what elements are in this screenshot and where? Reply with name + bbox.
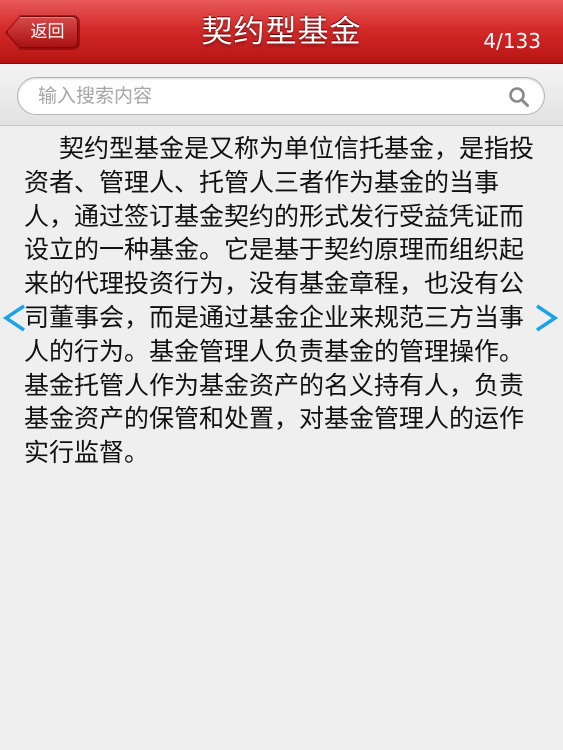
page-title: 契约型基金 xyxy=(201,14,362,50)
navigation-bar: 返回 契约型基金 4/133 xyxy=(0,0,563,64)
chevron-right-icon[interactable] xyxy=(531,298,561,338)
search-bar xyxy=(0,64,563,126)
search-icon[interactable] xyxy=(508,86,530,108)
search-input[interactable] xyxy=(38,78,488,114)
page-counter: 4/133 xyxy=(483,29,541,53)
chevron-left-icon[interactable] xyxy=(0,298,30,338)
article-body: 契约型基金是又称为单位信托基金，是指投资者、管理人、托管人三者作为基金的当事人，… xyxy=(24,134,535,468)
search-field[interactable] xyxy=(17,77,545,115)
